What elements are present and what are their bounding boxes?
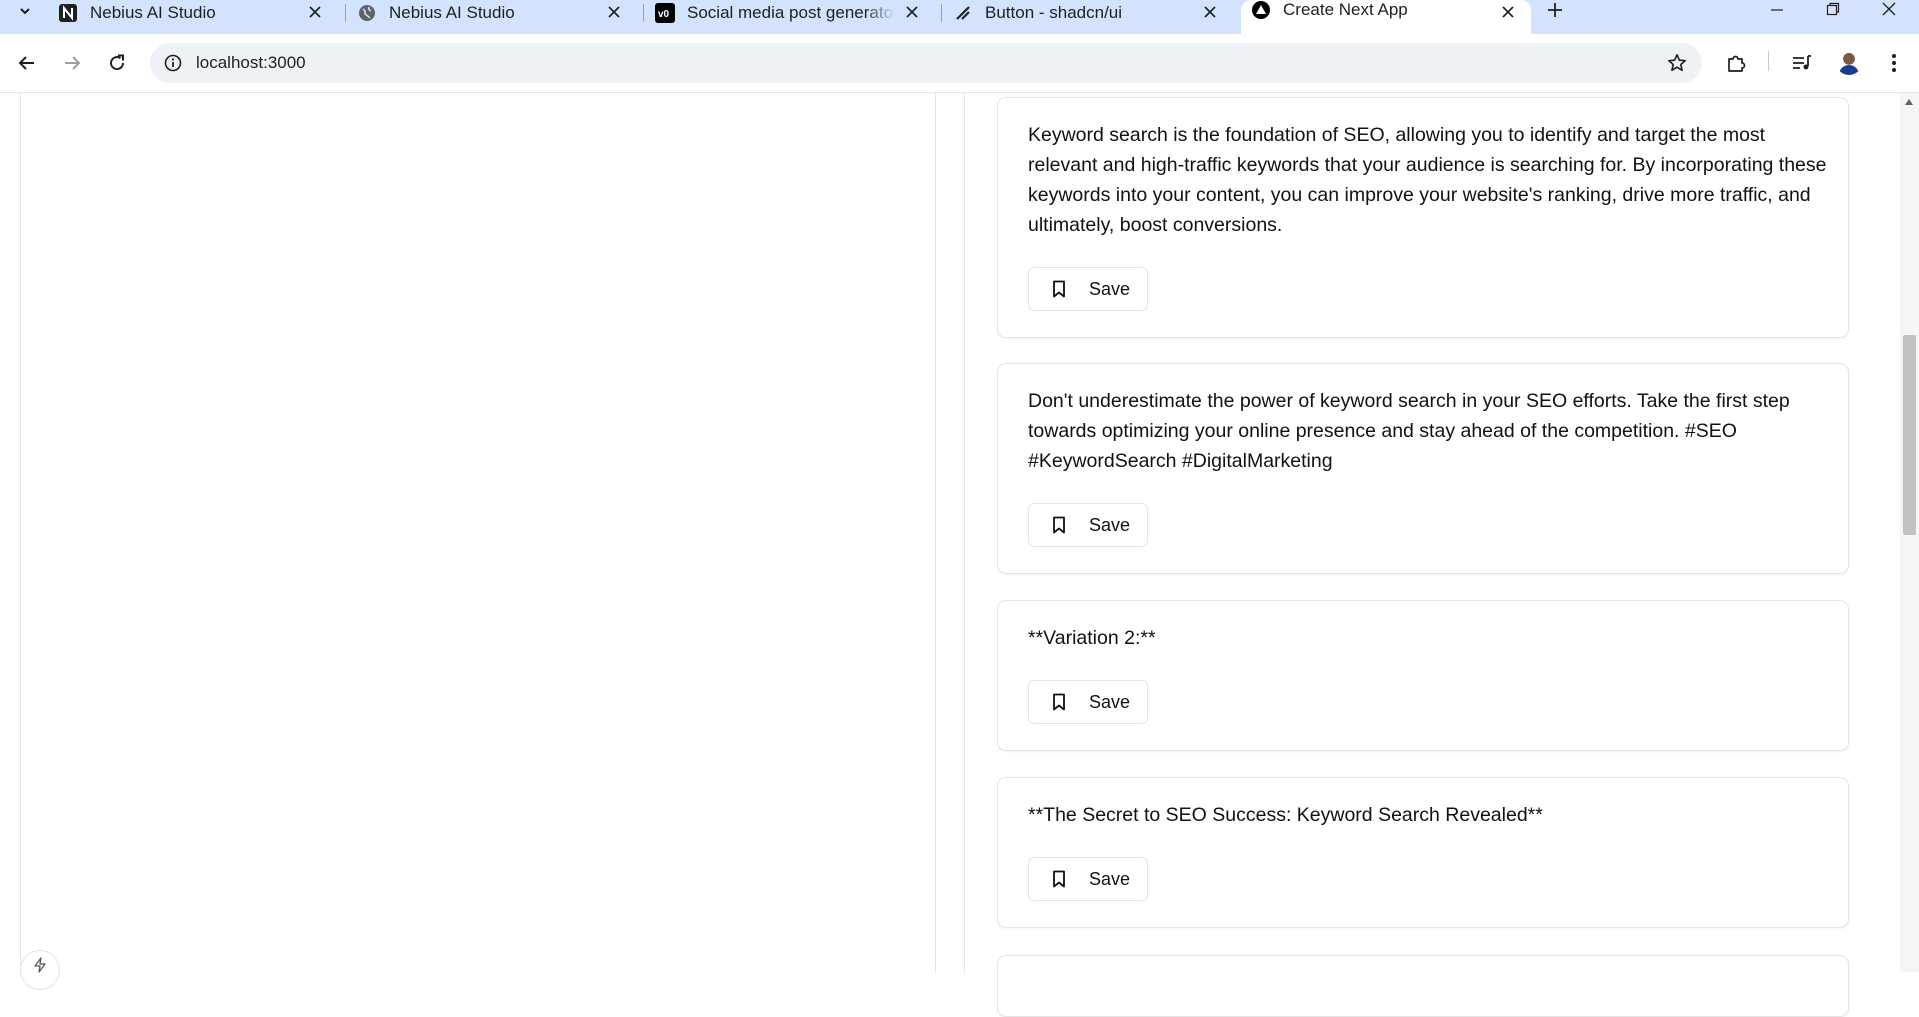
post-text: **The Secret to SEO Success: Keyword Sea… <box>1028 804 1543 826</box>
minimize-icon <box>1771 9 1783 11</box>
bookmark-icon <box>1049 692 1069 712</box>
media-controls-button[interactable] <box>1786 47 1818 79</box>
svg-text:v0: v0 <box>658 9 670 20</box>
bookmark-icon <box>1049 869 1069 889</box>
post-card: Keyword search is the foundation of SEO,… <box>997 97 1849 338</box>
minimize-button[interactable] <box>1754 0 1800 18</box>
nextjs-logo-icon <box>1251 0 1271 20</box>
tab-search-button[interactable] <box>6 0 44 22</box>
save-button[interactable]: Save <box>1028 680 1148 724</box>
left-panel <box>20 93 936 972</box>
tab-separator <box>345 4 346 22</box>
post-card <box>997 955 1849 1017</box>
save-button-label: Save <box>1089 514 1131 535</box>
tab-strip: Nebius AI Studio Nebius AI Studio v0 Soc… <box>0 0 1919 34</box>
page-viewport: Keyword search is the foundation of SEO,… <box>0 93 1919 1017</box>
browser-toolbar: localhost:3000 <box>0 34 1919 93</box>
post-text: Keyword search is the foundation of SEO,… <box>1028 124 1827 236</box>
close-window-button[interactable] <box>1866 0 1912 18</box>
tab-v0[interactable]: v0 Social media post generator - v <box>655 0 935 26</box>
arrow-left-icon <box>18 56 34 70</box>
save-button[interactable]: Save <box>1028 857 1148 901</box>
lightning-icon <box>34 957 46 973</box>
post-text: Don't underestimate the power of keyword… <box>1028 390 1790 472</box>
tab-title: Button - shadcn/ui <box>985 3 1123 22</box>
scroll-thumb[interactable] <box>1903 335 1916 535</box>
url-text: localhost:3000 <box>196 53 306 72</box>
queue-music-icon <box>1793 55 1811 70</box>
close-icon[interactable] <box>1199 1 1221 23</box>
tab-separator <box>643 4 644 22</box>
browser-menu-button[interactable] <box>1878 47 1910 79</box>
star-icon[interactable] <box>1666 52 1688 74</box>
post-card: **Variation 2:** Save <box>997 600 1849 751</box>
address-bar[interactable]: localhost:3000 <box>150 43 1702 83</box>
save-button-label: Save <box>1089 691 1131 712</box>
tab-title: Nebius AI Studio <box>389 3 515 22</box>
tab-title: Create Next App <box>1283 0 1408 19</box>
close-icon[interactable] <box>1497 1 1519 23</box>
tab-nebius-1[interactable]: Nebius AI Studio <box>58 0 338 26</box>
tab-shadcn[interactable]: Button - shadcn/ui <box>953 0 1233 26</box>
v0-logo-icon: v0 <box>655 3 675 23</box>
post-text: **Variation 2:** <box>1028 627 1156 649</box>
save-button[interactable]: Save <box>1028 267 1148 311</box>
dev-tools-indicator[interactable] <box>20 950 60 990</box>
tab-separator <box>941 4 942 22</box>
nebius-logo-icon <box>58 3 78 23</box>
more-vertical-icon <box>1892 54 1896 72</box>
plus-icon <box>1548 3 1562 17</box>
scroll-up-arrow-icon[interactable] <box>1905 99 1913 105</box>
reload-icon <box>110 54 125 71</box>
close-icon[interactable] <box>603 1 625 23</box>
puzzle-icon <box>1728 55 1746 72</box>
bookmark-icon <box>1049 515 1069 535</box>
post-card: **The Secret to SEO Success: Keyword Sea… <box>997 777 1849 928</box>
forward-button[interactable] <box>56 47 88 79</box>
tab-title: Nebius AI Studio <box>90 3 216 22</box>
new-tab-button[interactable] <box>1540 0 1570 20</box>
close-icon <box>1882 2 1896 16</box>
bookmark-icon <box>1049 279 1069 299</box>
shadcn-logo-icon <box>953 3 973 23</box>
site-info-icon[interactable] <box>162 52 184 74</box>
tab-title: Social media post generator - v <box>687 3 895 22</box>
save-button-label: Save <box>1089 868 1131 889</box>
tab-nebius-2[interactable]: Nebius AI Studio <box>357 0 637 26</box>
close-icon[interactable] <box>304 1 326 23</box>
extensions-button[interactable] <box>1720 47 1752 79</box>
chevron-down-icon <box>20 8 30 15</box>
close-icon[interactable] <box>901 1 923 23</box>
results-panel: Keyword search is the foundation of SEO,… <box>964 93 1905 1017</box>
post-card: Don't underestimate the power of keyword… <box>997 363 1849 574</box>
restore-icon <box>1826 2 1840 16</box>
arrow-right-icon <box>65 56 81 70</box>
page-scrollbar[interactable] <box>1900 93 1919 972</box>
globe-icon <box>357 3 377 23</box>
reload-button[interactable] <box>101 47 133 79</box>
toolbar-separator <box>1768 51 1769 71</box>
restore-button[interactable] <box>1810 0 1856 18</box>
tab-create-next-app[interactable]: Create Next App <box>1241 0 1531 34</box>
back-button[interactable] <box>11 47 43 79</box>
profile-avatar[interactable] <box>1836 49 1862 75</box>
save-button[interactable]: Save <box>1028 503 1148 547</box>
save-button-label: Save <box>1089 278 1131 299</box>
